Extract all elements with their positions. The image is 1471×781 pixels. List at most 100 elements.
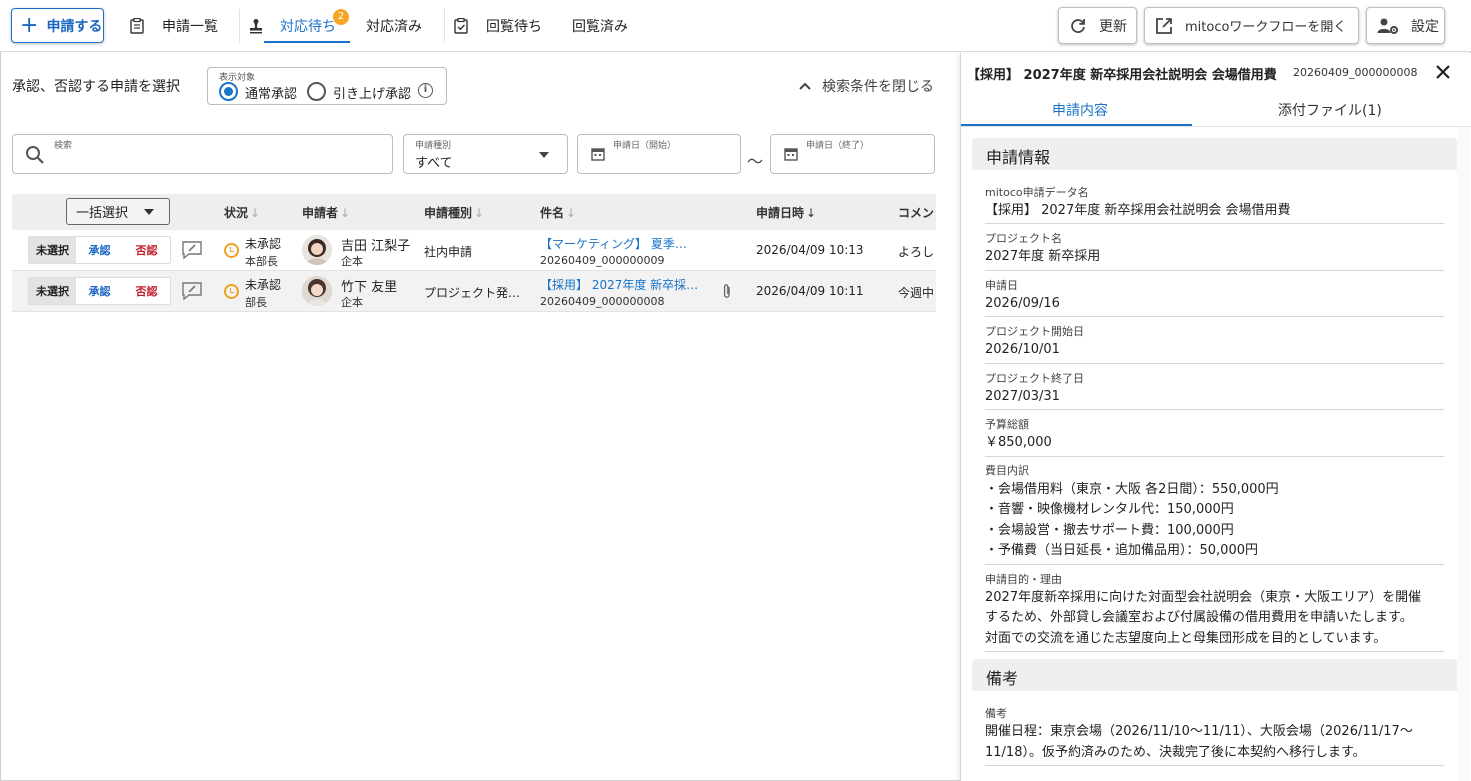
detail-scrollbar[interactable] bbox=[1457, 127, 1469, 781]
open-workflow-button[interactable]: mitocoワークフローを開く bbox=[1144, 7, 1359, 44]
tab-pending[interactable]: 対応待ち bbox=[280, 0, 336, 52]
field-label: 申請目的・理由 bbox=[985, 573, 1062, 586]
pending-clock-icon bbox=[224, 284, 239, 299]
date-start-field[interactable]: 申請日（開始） bbox=[577, 134, 741, 174]
field-value: ・音響・映像機材レンタル代：150,000円 bbox=[985, 502, 1234, 517]
column-datetime-label: 申請日時 bbox=[756, 206, 805, 220]
settings-button[interactable]: 設定 bbox=[1366, 7, 1445, 44]
column-comment-label: コメン bbox=[898, 206, 935, 220]
application-type-select[interactable]: 申請種別 すべて bbox=[403, 134, 568, 174]
status-text: 未承認 bbox=[245, 278, 282, 292]
pending-count-badge: 2 bbox=[333, 9, 349, 25]
tab-pending-label: 対応待ち bbox=[280, 19, 336, 35]
decision-unselected[interactable]: 未選択 bbox=[29, 237, 76, 263]
column-applicant[interactable]: 申請者 ↓ bbox=[302, 204, 350, 221]
status-text: 未承認 bbox=[245, 237, 282, 251]
open-workflow-label: mitocoワークフローを開く bbox=[1185, 20, 1347, 35]
application-datetime: 2026/04/09 10:13 bbox=[756, 243, 864, 257]
field-value: ・会場設営・撤去サポート費：100,000円 bbox=[985, 523, 1234, 538]
field-label: プロジェクト終了日 bbox=[985, 372, 1084, 385]
section-application-info: 申請情報 bbox=[972, 138, 1457, 170]
tab-application-list-label: 申請一覧 bbox=[162, 19, 218, 35]
subject-link[interactable]: 【マーケティング】 夏季… bbox=[540, 235, 700, 252]
field-divider bbox=[985, 651, 1444, 652]
search-input-label: 検索 bbox=[54, 141, 73, 151]
field-label: 予算総額 bbox=[985, 418, 1029, 431]
external-link-icon bbox=[1156, 17, 1172, 34]
application-type-value: すべて bbox=[415, 156, 453, 171]
column-type-label: 申請種別 bbox=[424, 206, 473, 220]
sort-arrow-icon: ↓ bbox=[474, 206, 485, 220]
stamp-icon-wrap bbox=[249, 0, 263, 52]
sort-arrow-icon: ↓ bbox=[566, 206, 577, 220]
field-value: 11/18）。仮予約済みのため、決裁完了後に本契約へ移行します。 bbox=[985, 745, 1366, 760]
column-type[interactable]: 申請種別 ↓ bbox=[424, 204, 484, 221]
tab-circulation-pending[interactable]: 回覧待ち bbox=[454, 0, 542, 52]
column-status[interactable]: 状況 ↓ bbox=[224, 204, 260, 221]
detail-tabs bbox=[961, 90, 1471, 127]
section-notes: 備考 bbox=[972, 659, 1457, 691]
field-label: 費目内訳 bbox=[985, 464, 1029, 477]
table-row[interactable]: 未選択 承認 否認 未承認 本部長 吉田 江梨子 企本 社内申請 【マーケティン… bbox=[12, 230, 936, 271]
field-label: mitoco申請データ名 bbox=[985, 186, 1089, 199]
field-value: するため、外部貸し会議室および付属設備の借用費用を申請いたします。 bbox=[985, 610, 1413, 625]
decision-unselected[interactable]: 未選択 bbox=[29, 278, 76, 304]
application-id: 20260409_000000008 bbox=[540, 295, 665, 308]
tab-application-content[interactable]: 申請内容 bbox=[1052, 100, 1108, 120]
sort-arrow-active-icon: ↓ bbox=[806, 206, 817, 220]
applicant-company: 企本 bbox=[341, 255, 363, 268]
subject-link[interactable]: 【採用】 2027年度 新卒採… bbox=[540, 276, 708, 293]
detail-application-id: 20260409_000000008 bbox=[1293, 66, 1418, 79]
selection-heading: 承認、否認する申請を選択 bbox=[12, 79, 180, 95]
column-comment[interactable]: コメン bbox=[898, 204, 934, 221]
bulk-select-dropdown[interactable]: 一括選択 bbox=[66, 198, 170, 225]
active-detail-tab-indicator bbox=[961, 124, 1192, 126]
info-icon[interactable]: i bbox=[418, 83, 433, 98]
table-row[interactable]: 未選択 承認 否認 未承認 部長 竹下 友里 企本 プロジェクト発… 【採用】 … bbox=[12, 271, 936, 312]
comment-text: よろし bbox=[898, 245, 935, 259]
radio-normal-approval[interactable] bbox=[219, 82, 238, 101]
attachment-clip-icon bbox=[723, 284, 730, 298]
refresh-button[interactable]: 更新 bbox=[1058, 7, 1137, 44]
field-divider bbox=[985, 765, 1444, 766]
tab-attachments[interactable]: 添付ファイル(1) bbox=[1278, 100, 1382, 120]
avatar bbox=[302, 235, 332, 265]
new-application-button[interactable]: + 申請する bbox=[11, 8, 104, 43]
field-value: ・予備費（当日延長・追加備品用）：50,000円 bbox=[985, 543, 1258, 558]
comment-edit-icon[interactable] bbox=[181, 240, 203, 260]
decision-reject[interactable]: 否認 bbox=[123, 237, 170, 263]
decision-approve[interactable]: 承認 bbox=[76, 237, 123, 263]
close-icon[interactable] bbox=[1434, 63, 1452, 81]
pending-clock-icon bbox=[224, 243, 239, 258]
refresh-label: 更新 bbox=[1099, 18, 1127, 35]
tab-application-list[interactable]: 申請一覧 bbox=[130, 0, 218, 52]
field-value: ・会場借用料（東京・大阪 各2日間）：550,000円 bbox=[985, 482, 1279, 497]
field-value: 2027/03/31 bbox=[985, 389, 1060, 404]
tab-circulation-done[interactable]: 回覧済み bbox=[572, 0, 628, 52]
field-label: プロジェクト名 bbox=[985, 232, 1062, 245]
status-approver-role: 部長 bbox=[245, 296, 267, 309]
tab-handled[interactable]: 対応済み bbox=[366, 0, 422, 52]
date-end-field[interactable]: 申請日（終了） bbox=[770, 134, 935, 174]
close-search-button[interactable]: 検索条件を閉じる bbox=[798, 76, 934, 96]
applicant-name: 吉田 江梨子 bbox=[341, 239, 411, 254]
comment-edit-icon[interactable] bbox=[181, 281, 203, 301]
bulk-select-label: 一括選択 bbox=[76, 206, 129, 221]
comment-text: 今週中 bbox=[898, 286, 935, 300]
application-id: 20260409_000000009 bbox=[540, 254, 665, 267]
search-input[interactable]: 検索 bbox=[12, 134, 393, 174]
column-subject[interactable]: 件名 ↓ bbox=[540, 204, 576, 221]
field-value: 【採用】 2027年度 新卒採用会社説明会 会場借用費 bbox=[985, 203, 1291, 218]
settings-label: 設定 bbox=[1411, 18, 1439, 35]
field-divider bbox=[985, 409, 1444, 410]
column-datetime[interactable]: 申請日時 ↓ bbox=[756, 204, 816, 221]
calendar-icon bbox=[784, 148, 798, 161]
date-range-separator: ～ bbox=[747, 152, 764, 171]
decision-reject[interactable]: 否認 bbox=[123, 278, 170, 304]
column-applicant-label: 申請者 bbox=[302, 206, 339, 220]
decision-approve[interactable]: 承認 bbox=[76, 278, 123, 304]
tab-circulation-pending-label: 回覧待ち bbox=[486, 19, 542, 35]
radio-pullup-approval[interactable] bbox=[307, 82, 326, 101]
tab-handled-label: 対応済み bbox=[366, 19, 422, 35]
detail-title: 【採用】 2027年度 新卒採用会社説明会 会場借用費 bbox=[967, 68, 1277, 83]
